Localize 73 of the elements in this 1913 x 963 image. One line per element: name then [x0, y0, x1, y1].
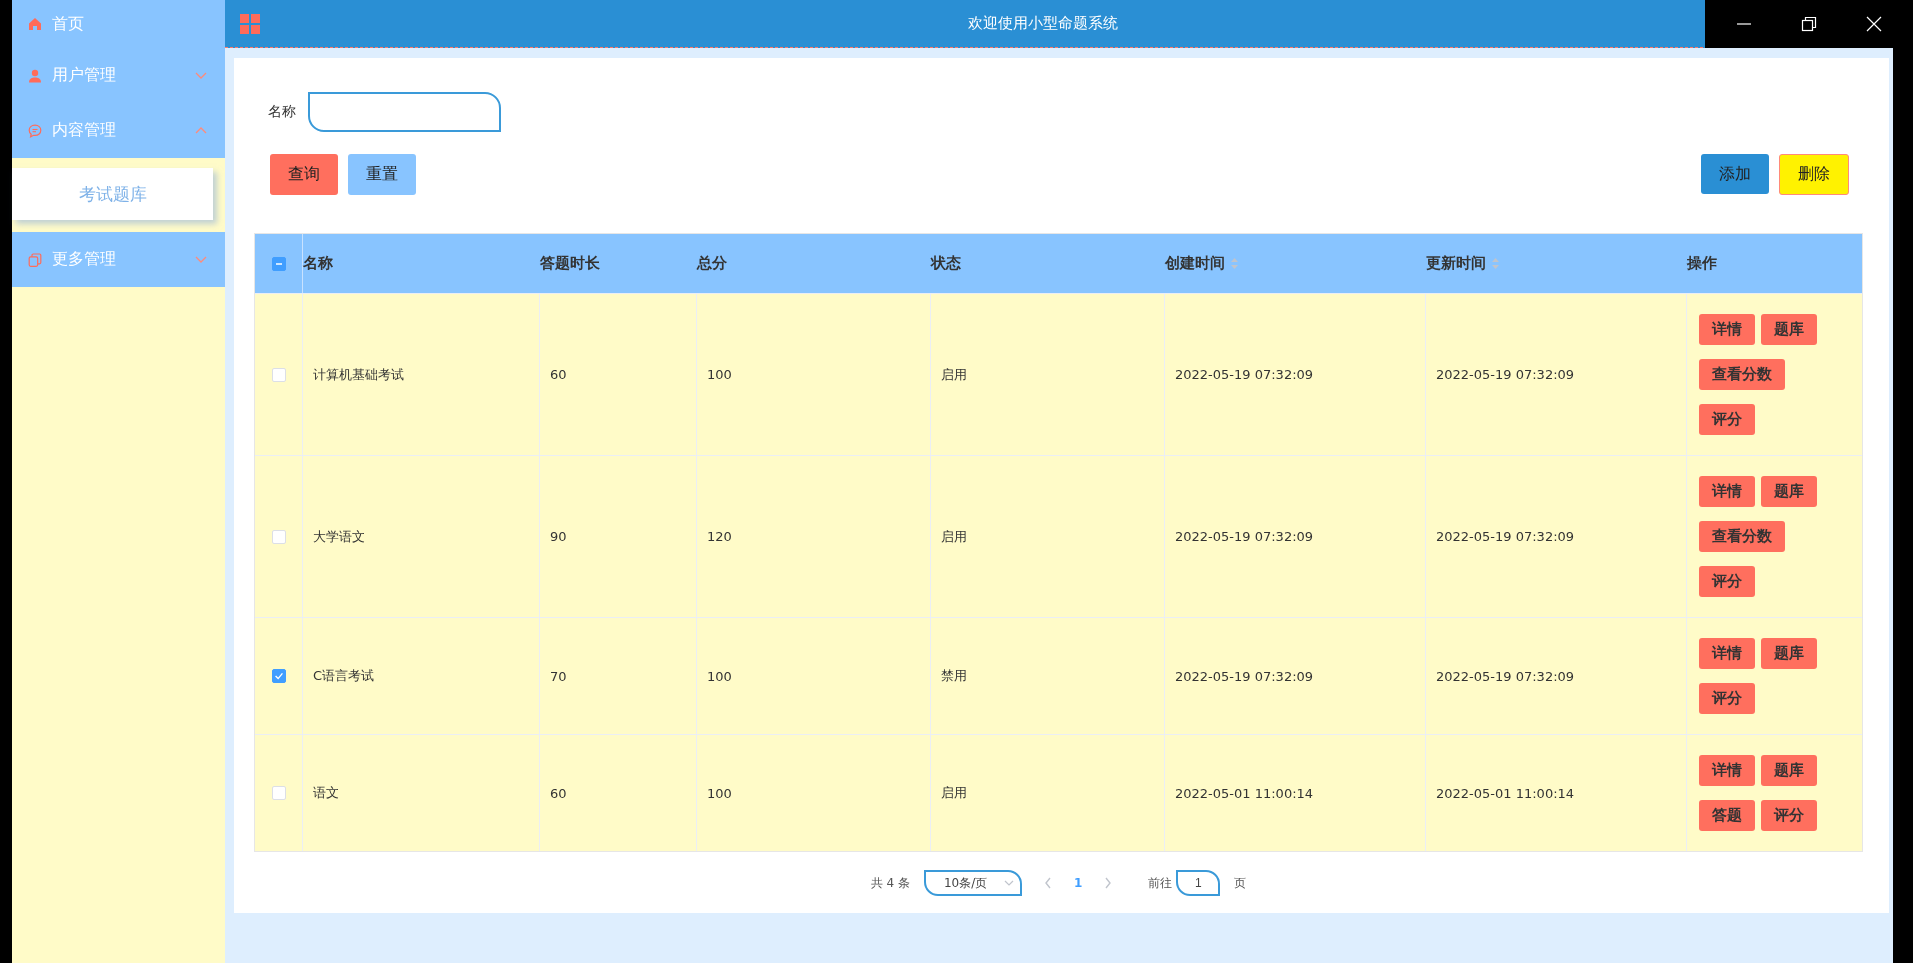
table-cell: 60 — [550, 785, 567, 801]
table-cell: 2022-05-01 11:00:14 — [1436, 785, 1575, 801]
goto-label: 前往 — [1148, 874, 1173, 892]
table-cell: 60 — [550, 367, 567, 382]
add-button[interactable]: 添加 — [1701, 154, 1769, 194]
sort-icon[interactable] — [1492, 258, 1499, 269]
field-label: 名称 — [268, 103, 296, 121]
table-cell: 2022-05-19 07:32:09 — [1175, 529, 1314, 544]
table-cell: 2022-05-19 07:32:09 — [1436, 367, 1575, 382]
copy-icon — [28, 252, 42, 267]
table-cell: C语言考试 — [313, 667, 375, 685]
table-cell: 70 — [550, 668, 567, 684]
sort-icon[interactable] — [1231, 258, 1238, 269]
previous-icon[interactable] — [1043, 877, 1052, 889]
table-cell: 2022-05-19 07:32:09 — [1175, 668, 1314, 684]
table-cell: 100 — [707, 668, 732, 684]
column-header: 状态 — [931, 253, 962, 274]
page-size-select[interactable]: 10条/页 — [923, 870, 1022, 896]
column-header[interactable]: 更新时间 — [1426, 234, 1687, 293]
action-button[interactable]: 答题 — [1699, 800, 1755, 831]
table-cell: 120 — [707, 529, 732, 544]
table-cell: 100 — [707, 367, 732, 382]
next-icon[interactable] — [1104, 877, 1113, 889]
action-button[interactable]: 评分 — [1699, 404, 1755, 435]
table-cell: 2022-05-19 07:32:09 — [1175, 367, 1314, 382]
action-button[interactable]: 详情 — [1699, 314, 1755, 345]
checkbox[interactable] — [271, 256, 286, 271]
action-button[interactable]: 题库 — [1761, 314, 1817, 345]
search-button[interactable]: 查询 — [270, 154, 338, 195]
chevron-icon — [1003, 879, 1014, 887]
action-button[interactable]: 查看分数 — [1699, 359, 1785, 390]
restore-icon[interactable] — [1801, 15, 1817, 32]
action-button[interactable]: 题库 — [1761, 476, 1817, 507]
table-cell: 计算机基础考试 — [313, 365, 404, 384]
table-cell: 大学语文 — [313, 527, 365, 546]
column-header: 操作 — [1687, 253, 1718, 274]
table-cell: 启用 — [941, 527, 967, 546]
table-cell: 90 — [550, 529, 567, 544]
grid-icon[interactable] — [240, 13, 260, 34]
action-button[interactable]: 评分 — [1699, 683, 1755, 714]
column-header[interactable]: 创建时间 — [1165, 234, 1426, 293]
user-icon — [28, 68, 42, 83]
home-icon — [28, 17, 42, 31]
page-suffix: 页 — [1234, 874, 1247, 892]
action-button[interactable]: 查看分数 — [1699, 521, 1785, 552]
action-button[interactable]: 题库 — [1761, 638, 1817, 669]
chat-icon — [28, 123, 42, 138]
table-cell: 2022-05-19 07:32:09 — [1436, 529, 1575, 544]
table-cell: 2022-05-01 11:00:14 — [1175, 785, 1314, 801]
table-cell: 启用 — [941, 365, 967, 384]
table-cell: 启用 — [941, 784, 967, 802]
delete-button[interactable]: 删除 — [1779, 154, 1849, 195]
page-number[interactable]: 1 — [1073, 876, 1083, 890]
checkbox[interactable] — [271, 669, 286, 683]
name-input-field[interactable] — [308, 92, 501, 132]
window-title: 欢迎使用小型命题系统 — [966, 14, 1119, 33]
column-header: 答题时长 — [540, 253, 601, 274]
action-button[interactable]: 评分 — [1699, 566, 1755, 597]
action-button[interactable]: 详情 — [1699, 755, 1755, 786]
table-cell: 禁用 — [941, 667, 967, 685]
page-input-field[interactable]: 1 — [1176, 870, 1221, 896]
table-cell: 100 — [707, 785, 732, 801]
column-header: 总分 — [697, 253, 728, 274]
action-button[interactable]: 详情 — [1699, 476, 1755, 507]
table-cell: 语文 — [313, 784, 339, 802]
action-button[interactable]: 评分 — [1761, 800, 1817, 831]
action-button[interactable]: 题库 — [1761, 755, 1817, 786]
table-cell: 2022-05-19 07:32:09 — [1436, 668, 1575, 684]
reset-button[interactable]: 重置 — [348, 154, 416, 195]
column-header: 名称 — [303, 253, 334, 274]
action-button[interactable]: 详情 — [1699, 638, 1755, 669]
total-count: 共 4 条 — [870, 874, 910, 892]
close-icon[interactable] — [1866, 15, 1883, 32]
